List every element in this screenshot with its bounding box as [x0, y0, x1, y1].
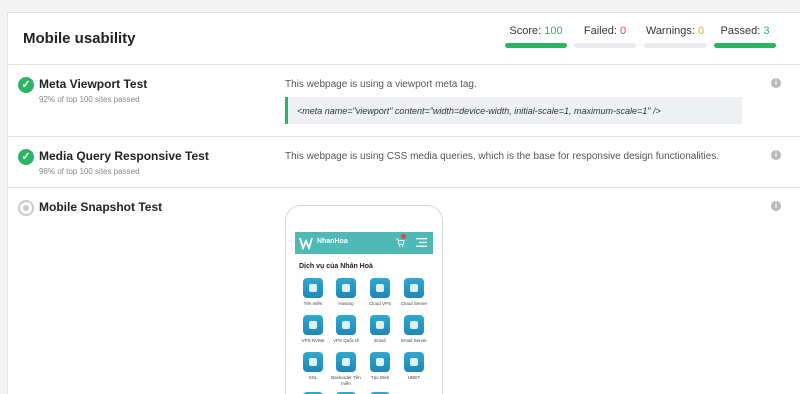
pending-circle-icon	[18, 200, 34, 216]
service-tile: HĐĐT	[397, 352, 431, 381]
service-tile: Backorder Tên miền	[329, 352, 363, 387]
cart-icon	[396, 238, 405, 247]
vps-nvme-icon	[303, 315, 323, 335]
service-tile: VPS Quốc tế	[329, 315, 363, 344]
failed-stat: Failed: 0	[574, 25, 636, 48]
test-title: Mobile Snapshot Test	[39, 200, 163, 214]
media-query-test-row: ✓ Media Query Responsive Test 98% of top…	[8, 137, 800, 188]
service-tile: Hosting	[329, 278, 363, 307]
passed-stat: Passed: 3	[714, 25, 776, 48]
passed-bar	[714, 43, 776, 48]
test-description: This webpage is using CSS media queries,…	[285, 151, 720, 162]
email-icon	[370, 315, 390, 335]
vps-global-icon	[336, 315, 356, 335]
snapshot-brand: NhanHoa	[317, 238, 348, 245]
check-circle-icon: ✓	[18, 149, 34, 165]
service-tile: Cloud VPS	[363, 278, 397, 307]
score-value: 100	[544, 25, 563, 37]
failed-value: 0	[619, 25, 627, 37]
service-tile: Email	[363, 315, 397, 344]
snapshot-app-bar: NhanHoa	[295, 232, 433, 254]
test-description: This webpage is using a viewport meta ta…	[285, 79, 477, 90]
backorder-icon	[336, 352, 356, 372]
test-title: Media Query Responsive Test	[39, 149, 209, 163]
panel-header: Mobile usability Score: 100 Failed: 0 Wa…	[8, 13, 800, 65]
service-tile: VPS NVMe	[296, 315, 330, 344]
score-bar	[505, 43, 567, 48]
cart-badge	[401, 234, 406, 239]
web-builder-icon	[370, 352, 390, 372]
invoice-icon	[404, 352, 424, 372]
mobile-snapshot-phone: NhanHoa Dịch vụ của Nhân Hoà Tên miền Ho…	[285, 205, 443, 394]
warnings-stat: Warnings: 0	[644, 25, 706, 48]
info-icon[interactable]: i	[771, 201, 781, 211]
test-title: Meta Viewport Test	[39, 77, 148, 91]
menu-icon	[416, 238, 427, 247]
service-tile: Email Server	[397, 315, 431, 344]
warnings-value: 0	[698, 25, 705, 37]
warnings-bar	[644, 43, 706, 48]
check-circle-icon: ✓	[18, 77, 34, 93]
service-tile: Tên miền	[296, 278, 330, 307]
hosting-icon	[336, 278, 356, 298]
mobile-snapshot-test-row: Mobile Snapshot Test i NhanHoa Dịch vụ c…	[8, 188, 800, 394]
info-icon[interactable]: i	[771, 150, 781, 160]
nhanhoa-logo-icon	[299, 237, 313, 250]
info-icon[interactable]: i	[771, 78, 781, 88]
snapshot-section-title: Dịch vụ của Nhân Hoà	[299, 263, 373, 270]
cloud-vps-icon	[370, 278, 390, 298]
test-subtitle: 92% of top 100 sites passed	[39, 95, 140, 104]
email-server-icon	[404, 315, 424, 335]
mobile-usability-panel: Mobile usability Score: 100 Failed: 0 Wa…	[7, 12, 800, 394]
failed-bar	[574, 43, 636, 48]
cloud-server-icon	[404, 278, 424, 298]
meta-viewport-test-row: ✓ Meta Viewport Test 92% of top 100 site…	[8, 65, 800, 137]
score-stat: Score: 100	[505, 25, 567, 48]
service-tile: Tạo Web	[363, 352, 397, 381]
domain-icon	[303, 278, 323, 298]
panel-title: Mobile usability	[23, 30, 136, 47]
test-subtitle: 98% of top 100 sites passed	[39, 167, 140, 176]
passed-value: 3	[763, 25, 770, 37]
service-tile: Cloud Server	[397, 278, 431, 307]
service-tile: SSL	[296, 352, 330, 381]
viewport-code-block: <meta name="viewport" content="width=dev…	[285, 97, 742, 124]
ssl-icon	[303, 352, 323, 372]
